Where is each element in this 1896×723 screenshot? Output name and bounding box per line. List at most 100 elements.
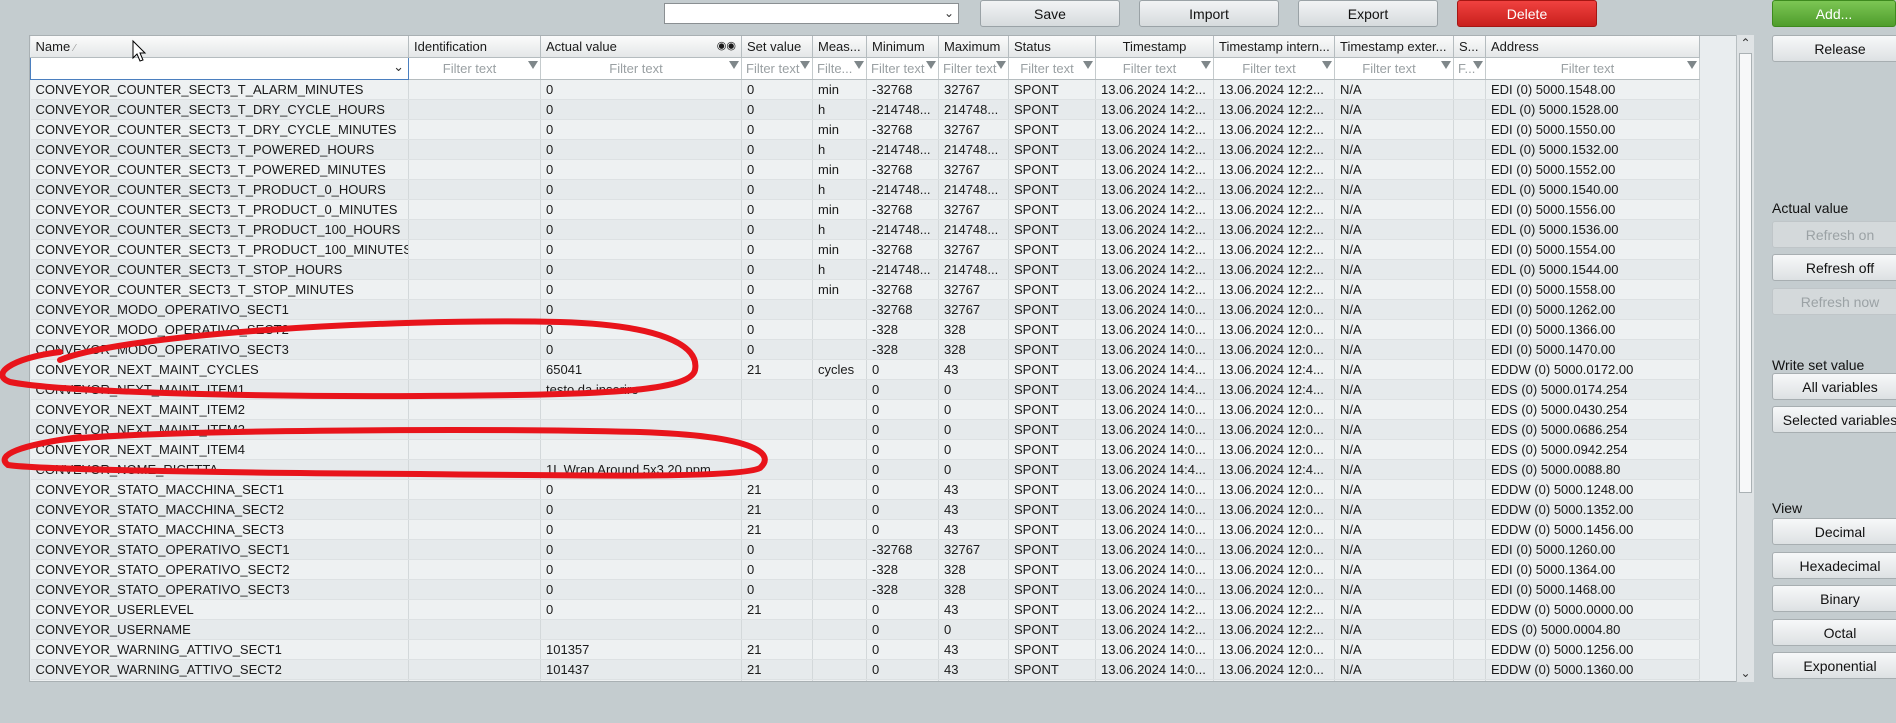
cell-s[interactable]	[1453, 359, 1486, 380]
cell-maximum[interactable]: 32767	[938, 299, 1009, 320]
cell-minimum[interactable]: 0	[866, 499, 939, 520]
cell-measure[interactable]	[812, 319, 867, 340]
cell-address[interactable]: EDDW (0) 5000.0000.00	[1485, 599, 1700, 620]
cell-timestamp-internal[interactable]: 13.06.2024 12:2...	[1213, 219, 1335, 240]
cell-s[interactable]	[1453, 439, 1486, 460]
cell-status[interactable]: SPONT	[1008, 199, 1096, 220]
cell-timestamp[interactable]: 13.06.2024 14:0...	[1095, 439, 1214, 460]
col-address[interactable]: Address	[1485, 36, 1700, 58]
cell-timestamp[interactable]: 13.06.2024 14:0...	[1095, 319, 1214, 340]
cell-address[interactable]: EDI (0) 5000.1548.00	[1485, 79, 1700, 100]
cell-s[interactable]	[1453, 119, 1486, 140]
cell-maximum[interactable]: 32767	[938, 199, 1009, 220]
col-timestamp[interactable]: Timestamp	[1095, 36, 1214, 58]
cell-measure[interactable]	[812, 379, 867, 400]
cell-timestamp-external[interactable]: N/A	[1334, 559, 1454, 580]
cell-identification[interactable]	[408, 199, 541, 220]
cell-actual-value[interactable]	[540, 619, 742, 640]
cell-minimum[interactable]: 0	[866, 479, 939, 500]
cell-name[interactable]: CONVEYOR_NEXT_MAINT_ITEM3	[30, 419, 409, 440]
cell-minimum[interactable]: -328	[866, 559, 939, 580]
scroll-up-icon[interactable]: ⌃	[1737, 35, 1754, 52]
cell-set-value[interactable]: 0	[741, 559, 813, 580]
cell-status[interactable]: SPONT	[1008, 639, 1096, 660]
filter-timestamp-external-input[interactable]: Filter text	[1334, 57, 1454, 80]
cell-timestamp-internal[interactable]: 13.06.2024 12:0...	[1213, 319, 1335, 340]
col-maximum[interactable]: Maximum	[938, 36, 1009, 58]
filter-icon[interactable]	[1441, 61, 1451, 69]
cell-status[interactable]: SPONT	[1008, 679, 1096, 681]
cell-maximum[interactable]: 214748...	[938, 219, 1009, 240]
cell-name[interactable]: CONVEYOR_COUNTER_SECT3_T_ALARM_MINUTES	[30, 79, 409, 100]
table-row[interactable]: CONVEYOR_COUNTER_SECT3_T_STOP_HOURS 0 0 h -2…	[30, 259, 1700, 280]
cell-identification[interactable]	[408, 179, 541, 200]
cell-actual-value[interactable]: 0	[540, 219, 742, 240]
cell-timestamp-internal[interactable]: 13.06.2024 12:2...	[1213, 239, 1335, 260]
cell-maximum[interactable]: 0	[938, 619, 1009, 640]
cell-measure[interactable]	[812, 499, 867, 520]
cell-actual-value[interactable]: 0	[540, 159, 742, 180]
cell-timestamp[interactable]: 13.06.2024 14:4...	[1095, 459, 1214, 480]
cell-timestamp-internal[interactable]: 13.06.2024 12:2...	[1213, 99, 1335, 120]
filter-icon[interactable]	[1687, 61, 1697, 69]
cell-timestamp[interactable]: 13.06.2024 14:4...	[1095, 379, 1214, 400]
cell-minimum[interactable]: -32768	[866, 199, 939, 220]
cell-s[interactable]	[1453, 639, 1486, 660]
scroll-down-icon[interactable]: ⌄	[1737, 665, 1754, 682]
cell-s[interactable]	[1453, 319, 1486, 340]
cell-timestamp-external[interactable]: N/A	[1334, 119, 1454, 140]
exponential-button[interactable]: Exponential	[1772, 652, 1896, 679]
cell-status[interactable]: SPONT	[1008, 179, 1096, 200]
cell-name[interactable]: CONVEYOR_NOME_RICETTA	[30, 459, 409, 480]
cell-minimum[interactable]: -214748...	[866, 259, 939, 280]
cell-timestamp-internal[interactable]: 13.06.2024 12:2...	[1213, 199, 1335, 220]
cell-maximum[interactable]: 32767	[938, 539, 1009, 560]
cell-address[interactable]: EDS (0) 5000.0174.254	[1485, 379, 1700, 400]
table-row[interactable]: CONVEYOR_STATO_MACCHINA_SECT1 0 21 0 43 SPONT…	[30, 479, 1700, 500]
cell-timestamp[interactable]: 13.06.2024 14:2...	[1095, 279, 1214, 300]
cell-maximum[interactable]: 328	[938, 339, 1009, 360]
cell-name[interactable]: CONVEYOR_NEXT_MAINT_ITEM1	[30, 379, 409, 400]
cell-status[interactable]: SPONT	[1008, 519, 1096, 540]
cell-identification[interactable]	[408, 619, 541, 640]
cell-s[interactable]	[1453, 379, 1486, 400]
cell-status[interactable]: SPONT	[1008, 399, 1096, 420]
cell-s[interactable]	[1453, 499, 1486, 520]
cell-s[interactable]	[1453, 419, 1486, 440]
cell-timestamp-internal[interactable]: 13.06.2024 12:2...	[1213, 119, 1335, 140]
col-timestamp-external[interactable]: Timestamp exter...	[1334, 36, 1454, 58]
cell-measure[interactable]: h	[812, 99, 867, 120]
cell-measure[interactable]	[812, 579, 867, 600]
cell-actual-value[interactable]: 0	[540, 259, 742, 280]
cell-minimum[interactable]: 0	[866, 399, 939, 420]
cell-s[interactable]	[1453, 519, 1486, 540]
col-timestamp-internal[interactable]: Timestamp intern...	[1213, 36, 1335, 58]
cell-minimum[interactable]: 0	[866, 519, 939, 540]
cell-status[interactable]: SPONT	[1008, 539, 1096, 560]
cell-set-value[interactable]: 0	[741, 99, 813, 120]
cell-identification[interactable]	[408, 279, 541, 300]
cell-timestamp-external[interactable]: N/A	[1334, 419, 1454, 440]
refresh-off-button[interactable]: Refresh off	[1772, 254, 1896, 281]
cell-identification[interactable]	[408, 559, 541, 580]
table-row[interactable]: CONVEYOR_WARNING_ATTIVO_SECT3 12851721 043…	[30, 679, 1700, 681]
filter-timestamp-internal-input[interactable]: Filter text	[1213, 57, 1335, 80]
table-row[interactable]: CONVEYOR_COUNTER_SECT3_T_PRODUCT_100_MIN…	[30, 239, 1700, 260]
cell-maximum[interactable]: 214748...	[938, 259, 1009, 280]
cell-identification[interactable]	[408, 599, 541, 620]
cell-timestamp-internal[interactable]: 13.06.2024 12:2...	[1213, 179, 1335, 200]
refresh-on-button[interactable]: Refresh on	[1772, 221, 1896, 248]
cell-s[interactable]	[1453, 599, 1486, 620]
cell-timestamp-internal[interactable]: 13.06.2024 12:0...	[1213, 339, 1335, 360]
chevron-down-icon[interactable]: ⌄	[393, 59, 404, 75]
cell-identification[interactable]	[408, 519, 541, 540]
table-row[interactable]: CONVEYOR_STATO_OPERATIVO_SECT2 0 0 -328 328 S…	[30, 559, 1700, 580]
delete-button[interactable]: Delete	[1457, 0, 1597, 27]
cell-measure[interactable]: h	[812, 259, 867, 280]
table-row[interactable]: CONVEYOR_COUNTER_SECT3_T_DRY_CYCLE_HOURS…	[30, 99, 1700, 120]
cell-status[interactable]: SPONT	[1008, 279, 1096, 300]
cell-timestamp-external[interactable]: N/A	[1334, 339, 1454, 360]
cell-timestamp[interactable]: 13.06.2024 14:2...	[1095, 219, 1214, 240]
cell-address[interactable]: EDDW (0) 5000.1456.00	[1485, 519, 1700, 540]
cell-minimum[interactable]: -214748...	[866, 99, 939, 120]
